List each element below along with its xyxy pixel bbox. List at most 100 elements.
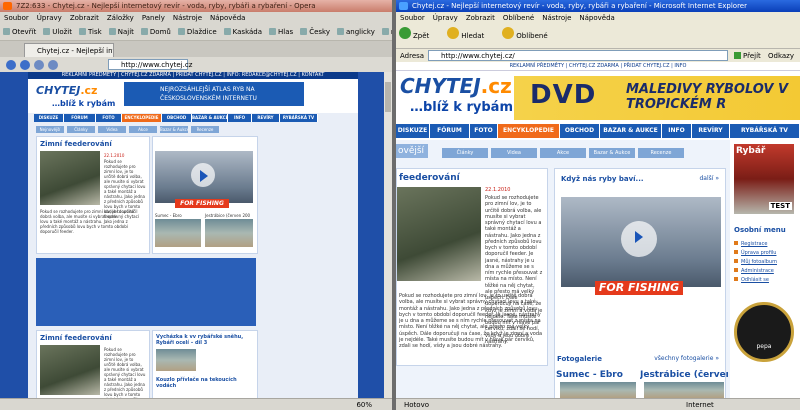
opera-toolbar-button[interactable]: Hlas: [269, 28, 293, 36]
nav-item[interactable]: DISKUZE: [396, 124, 430, 138]
rybar-magazine-cover[interactable]: Rybář TEST: [734, 144, 794, 214]
forward-icon[interactable]: [20, 60, 30, 70]
opera-tab[interactable]: Chytej.cz - Nejlepší interne...: [24, 43, 114, 57]
opera-zoom[interactable]: 60%: [356, 399, 372, 410]
nav-item[interactable]: RYBÁŘSKÁ TV: [730, 124, 800, 138]
opera-menu-item[interactable]: Nápověda: [210, 14, 245, 22]
ie-toolbar-button[interactable]: Oblíbené: [502, 27, 548, 40]
nav-item[interactable]: BAZAR & AUKCE: [600, 124, 662, 138]
opera-toolbar-button[interactable]: Kaskáda: [223, 28, 262, 36]
ie-links[interactable]: Odkazy: [768, 49, 794, 63]
nav-item[interactable]: ENCYKLOPEDIE: [498, 124, 560, 138]
nav-item[interactable]: BAZAR & AUKCE: [192, 114, 228, 122]
osobni-menu-item[interactable]: Administrace: [734, 268, 798, 274]
subtab[interactable]: Bazar & Aukce: [589, 148, 635, 158]
opera-toolbar-button[interactable]: Uložit: [43, 28, 72, 36]
right-fotogalerie-title[interactable]: Fotogalerie: [557, 355, 602, 363]
right-photo-caption-1[interactable]: Sumec - Ebro: [556, 370, 623, 380]
opera-menu-item[interactable]: Nástroje: [173, 14, 202, 22]
opera-menu-item[interactable]: Úpravy: [37, 14, 62, 22]
left-article-3[interactable]: Vycházka k vv rybářské sněhu, Rybáři oce…: [152, 330, 258, 398]
right-logo[interactable]: CHYTEJ.cz: [400, 74, 512, 98]
nav-item[interactable]: FÓRUM: [64, 114, 96, 122]
left-article-3-title[interactable]: Vycházka k vv rybářské sněhu, Rybáři oce…: [153, 331, 257, 349]
right-more-link[interactable]: další »: [699, 175, 719, 182]
left-banner[interactable]: NEJROZSÁHLEJŠÍ ATLAS RYB NA ČESKOSLOVENS…: [124, 82, 304, 106]
right-article-photo[interactable]: [397, 187, 481, 281]
ie-address-field[interactable]: http://www.chytej.cz/: [428, 50, 728, 61]
right-play-icon[interactable]: [621, 221, 657, 257]
right-article[interactable]: feederování 22.1.2010 Pokud se rozhoduje…: [396, 168, 548, 366]
left-article-2-photo[interactable]: [40, 345, 100, 395]
nav-item[interactable]: REVÍRY: [692, 124, 730, 138]
opera-menu-item[interactable]: Zobrazit: [70, 14, 99, 22]
ie-toolbar-button[interactable]: Zpět: [399, 27, 429, 40]
left-article-1-title[interactable]: Zimní feederování: [37, 137, 149, 151]
right-top-links[interactable]: REKLAMNÍ PŘEDMĚTY | CHYTEJ.CZ ZDARMA | P…: [396, 62, 800, 71]
left-video[interactable]: [155, 151, 253, 203]
nav-item[interactable]: RYBÁŘSKÁ TV: [280, 114, 318, 122]
subtab[interactable]: Recenze: [638, 148, 684, 158]
pepa-badge[interactable]: pepa: [734, 302, 794, 362]
opera-toolbar-button[interactable]: Najít: [108, 28, 134, 36]
nav-item[interactable]: FÓRUM: [430, 124, 470, 138]
nav-item[interactable]: REVÍRY: [252, 114, 280, 122]
ie-menu-item[interactable]: Nápověda: [579, 14, 614, 22]
subtab[interactable]: Akce: [129, 126, 157, 133]
subtab[interactable]: Akce: [540, 148, 586, 158]
nav-item[interactable]: DISKUZE: [34, 114, 64, 122]
nav-item[interactable]: FOTO: [470, 124, 498, 138]
right-all-galleries-link[interactable]: všechny fotogalerie »: [654, 355, 719, 362]
ie-toolbar-button[interactable]: Hledat: [447, 27, 484, 40]
nav-item[interactable]: FOTO: [96, 114, 122, 122]
right-dvd-banner[interactable]: DVD MALEDIVY RYBOLOV V TROPICKÉM R: [514, 76, 800, 120]
left-article-1[interactable]: Zimní feederování 22.1.2010 Pokud se roz…: [36, 136, 150, 254]
nav-item[interactable]: INFO: [228, 114, 252, 122]
opera-address-field[interactable]: http://www.chytej.cz: [108, 59, 192, 70]
osobni-menu-item[interactable]: Odhlásit se: [734, 277, 798, 283]
right-photo-1[interactable]: [560, 382, 636, 398]
nav-item[interactable]: INFO: [662, 124, 692, 138]
ie-menu-item[interactable]: Oblíbené: [503, 14, 534, 22]
opera-menu-item[interactable]: Panely: [142, 14, 165, 22]
right-subtab-active[interactable]: ovější: [396, 144, 428, 158]
opera-scroll-thumb[interactable]: [385, 82, 391, 112]
nav-item[interactable]: OBCHOD: [162, 114, 192, 122]
subtab[interactable]: Recenze: [191, 126, 219, 133]
right-photo-caption-2[interactable]: Jestrábice (červen 200: [640, 370, 728, 380]
right-video[interactable]: [561, 197, 721, 287]
left-photo-1[interactable]: [155, 219, 201, 247]
ie-menu-item[interactable]: Nástroje: [542, 14, 571, 22]
left-photo-caption-1[interactable]: Sumec - Ebro: [155, 213, 182, 218]
opera-menu-item[interactable]: Záložky: [107, 14, 134, 22]
left-article-3-photo[interactable]: [156, 349, 196, 371]
opera-toolbar-button[interactable]: Česky: [300, 28, 330, 36]
left-article-1-photo[interactable]: [40, 151, 100, 205]
nav-item[interactable]: ENCYKLOPEDIE: [122, 114, 162, 122]
subtab[interactable]: Články: [442, 148, 488, 158]
left-play-icon[interactable]: [191, 163, 215, 187]
opera-toolbar-button[interactable]: anglicky: [336, 28, 375, 36]
ie-menu-item[interactable]: Zobrazit: [466, 14, 495, 22]
left-top-links[interactable]: REKLAMNÍ PŘEDMĚTY | CHYTEJ.CZ ZDARMA | P…: [28, 72, 358, 79]
opera-toolbar-button[interactable]: Otevřít: [3, 28, 36, 36]
opera-scrollbar[interactable]: [384, 72, 392, 398]
right-article-title[interactable]: feederování: [397, 169, 547, 187]
left-article-2[interactable]: Zimní feederování Pokud se rozhodujete p…: [36, 330, 150, 398]
reload-icon[interactable]: [34, 60, 44, 70]
opera-toolbar-button[interactable]: německy: [381, 28, 392, 36]
osobni-menu-item[interactable]: Úprava profilu: [734, 250, 798, 256]
back-icon[interactable]: [6, 60, 16, 70]
ie-menu-item[interactable]: Soubor: [400, 14, 425, 22]
osobni-menu-item[interactable]: Můj fotoalbum: [734, 259, 798, 265]
ie-menu-item[interactable]: Úpravy: [433, 14, 458, 22]
left-article-4-title[interactable]: Kouzlo přívlače na tekoucích vodách: [156, 377, 257, 389]
left-photo-2[interactable]: [205, 219, 253, 247]
opera-menu-item[interactable]: Soubor: [4, 14, 29, 22]
subtab[interactable]: Bazar & Aukce: [160, 126, 188, 133]
right-photo-2[interactable]: [644, 382, 724, 398]
left-logo[interactable]: CHYTEJ.cz: [36, 84, 97, 97]
subtab[interactable]: Nejnovější: [36, 126, 64, 133]
opera-toolbar-button[interactable]: Dlaždice: [177, 28, 217, 36]
opera-toolbar-button[interactable]: Tisk: [79, 28, 102, 36]
